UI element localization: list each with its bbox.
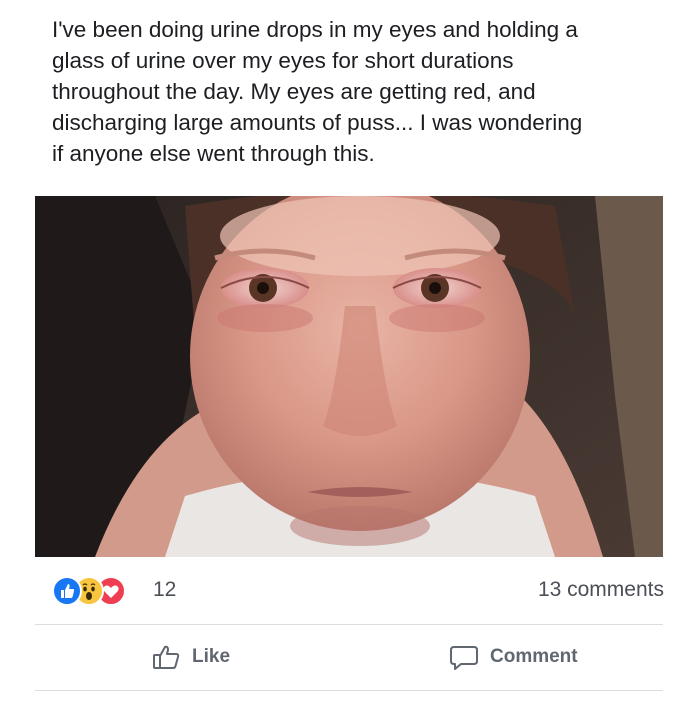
like-button-label: Like: [192, 646, 231, 667]
reaction-count[interactable]: 12: [153, 578, 176, 602]
post-photo[interactable]: [35, 196, 663, 557]
post-text-line: I've been doing urine drops in my eyes a…: [52, 17, 578, 42]
like-button[interactable]: Like: [152, 641, 230, 673]
like-icon: [52, 576, 82, 606]
thumbs-up-icon: [153, 645, 180, 669]
post-text-line: throughout the day. My eyes are getting …: [52, 79, 536, 104]
reaction-icons[interactable]: [52, 576, 148, 606]
face-photo-image: [35, 196, 663, 557]
divider: [35, 690, 663, 691]
post-text-line: if anyone else went through this.: [52, 141, 375, 166]
post-text-line: glass of urine over my eyes for short du…: [52, 48, 514, 73]
comment-bubble-icon: [450, 646, 478, 670]
comment-button-label: Comment: [490, 646, 578, 667]
post-text-line: discharging large amounts of puss... I w…: [52, 110, 583, 135]
post-text: I've been doing urine drops in my eyes a…: [52, 14, 672, 169]
comment-button[interactable]: Comment: [448, 641, 578, 673]
divider: [35, 624, 663, 625]
comments-count[interactable]: 13 comments: [538, 578, 664, 602]
reactions-bar[interactable]: 12 13 comments: [52, 572, 664, 606]
